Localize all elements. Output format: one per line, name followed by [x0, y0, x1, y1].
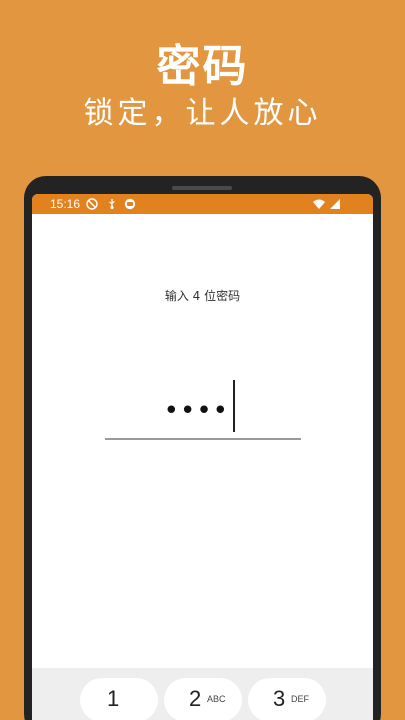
pin-masked-value: •••• — [163, 396, 229, 426]
pin-prompt: 输入 4 位密码 — [164, 289, 241, 303]
do-not-disturb-icon — [86, 198, 98, 210]
device-speaker — [172, 186, 232, 190]
usb-icon — [109, 199, 115, 210]
status-bar: 15:16 — [32, 194, 373, 214]
key-number: 3 — [273, 686, 286, 711]
key-letters: ABC — [207, 694, 226, 704]
text-cursor — [233, 380, 235, 432]
pin-input[interactable]: •••• — [105, 374, 301, 440]
wifi-icon — [313, 199, 325, 209]
numeric-keypad: 1 2 ABC 3 DEF — [32, 668, 373, 720]
promo-title: 密码 — [156, 41, 249, 92]
phone-screen: 15:16 输入 4 位密码 •••• 1 2 ABC 3 DEF — [32, 194, 373, 720]
key-3[interactable]: 3 DEF — [248, 678, 326, 720]
promo-subtitle: 锁定，让人放心 — [83, 96, 322, 131]
key-number: 2 — [189, 686, 202, 711]
key-letters: DEF — [291, 694, 309, 704]
key-1[interactable]: 1 — [80, 678, 158, 720]
key-number: 1 — [107, 686, 120, 711]
app-notification-icon — [124, 198, 136, 210]
status-time: 15:16 — [50, 197, 81, 211]
key-2[interactable]: 2 ABC — [164, 678, 242, 720]
pin-input-underline — [105, 438, 301, 440]
signal-icon — [330, 199, 340, 209]
